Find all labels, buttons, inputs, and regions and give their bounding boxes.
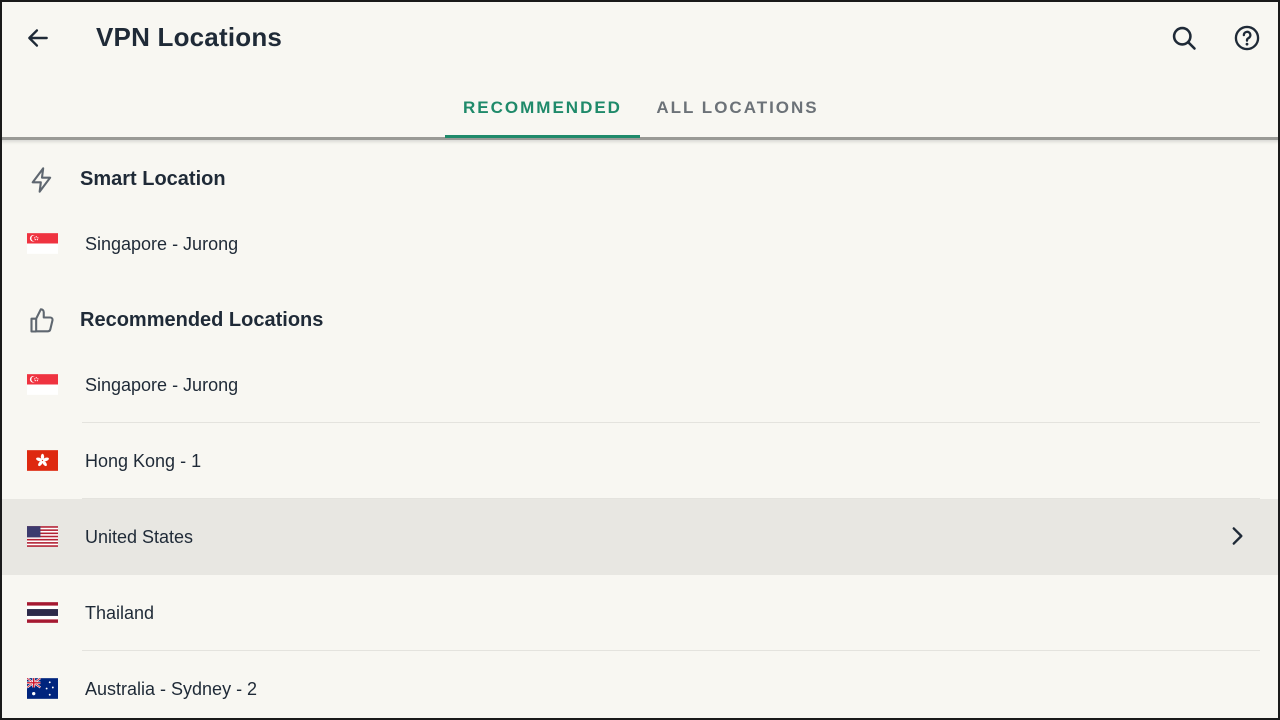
location-label: Thailand — [85, 603, 155, 623]
back-button[interactable] — [18, 18, 58, 58]
chevron-right-icon — [1232, 527, 1243, 545]
location-label: Singapore - Jurong — [85, 234, 239, 254]
tab-recommended[interactable]: RECOMMENDED — [445, 86, 640, 138]
location-label: Hong Kong - 1 — [85, 451, 202, 471]
singapore-flag-icon — [27, 233, 58, 254]
search-icon — [1172, 26, 1196, 50]
australia-flag-icon — [27, 678, 58, 699]
location-row-smart-singapore[interactable]: Singapore - Jurong — [0, 206, 1280, 282]
section-title: Recommended Locations — [80, 309, 324, 331]
location-row-thailand[interactable]: Thailand — [0, 575, 1280, 651]
app-header: VPN Locations RECOMMENDED ALL LOCATIONS — [0, 0, 1280, 140]
smart-location-section-header: Smart Location — [0, 150, 1280, 210]
location-row-hong-kong[interactable]: Hong Kong - 1 — [0, 423, 1280, 499]
united-states-flag-icon — [27, 526, 58, 547]
tab-all-locations[interactable]: ALL LOCATIONS — [645, 86, 830, 138]
singapore-flag-icon — [27, 374, 58, 395]
location-label: Australia - Sydney - 2 — [85, 679, 258, 699]
help-circle-icon — [1234, 25, 1260, 51]
page-title: VPN Locations — [96, 22, 283, 52]
hong-kong-flag-icon — [27, 450, 58, 471]
thailand-flag-icon — [27, 602, 58, 623]
location-row-singapore[interactable]: Singapore - Jurong — [0, 347, 1280, 423]
lightning-icon — [31, 167, 52, 193]
thumbs-up-icon — [30, 308, 54, 333]
location-label: United States — [85, 527, 194, 547]
help-button[interactable] — [1227, 18, 1267, 58]
section-title: Smart Location — [80, 168, 226, 190]
location-label: Singapore - Jurong — [85, 375, 239, 395]
search-button[interactable] — [1164, 18, 1204, 58]
recommended-locations-section-header: Recommended Locations — [0, 291, 1280, 351]
arrow-left-icon — [28, 29, 48, 47]
location-row-australia[interactable]: Australia - Sydney - 2 — [0, 651, 1280, 720]
location-row-united-states[interactable]: United States — [0, 499, 1280, 575]
